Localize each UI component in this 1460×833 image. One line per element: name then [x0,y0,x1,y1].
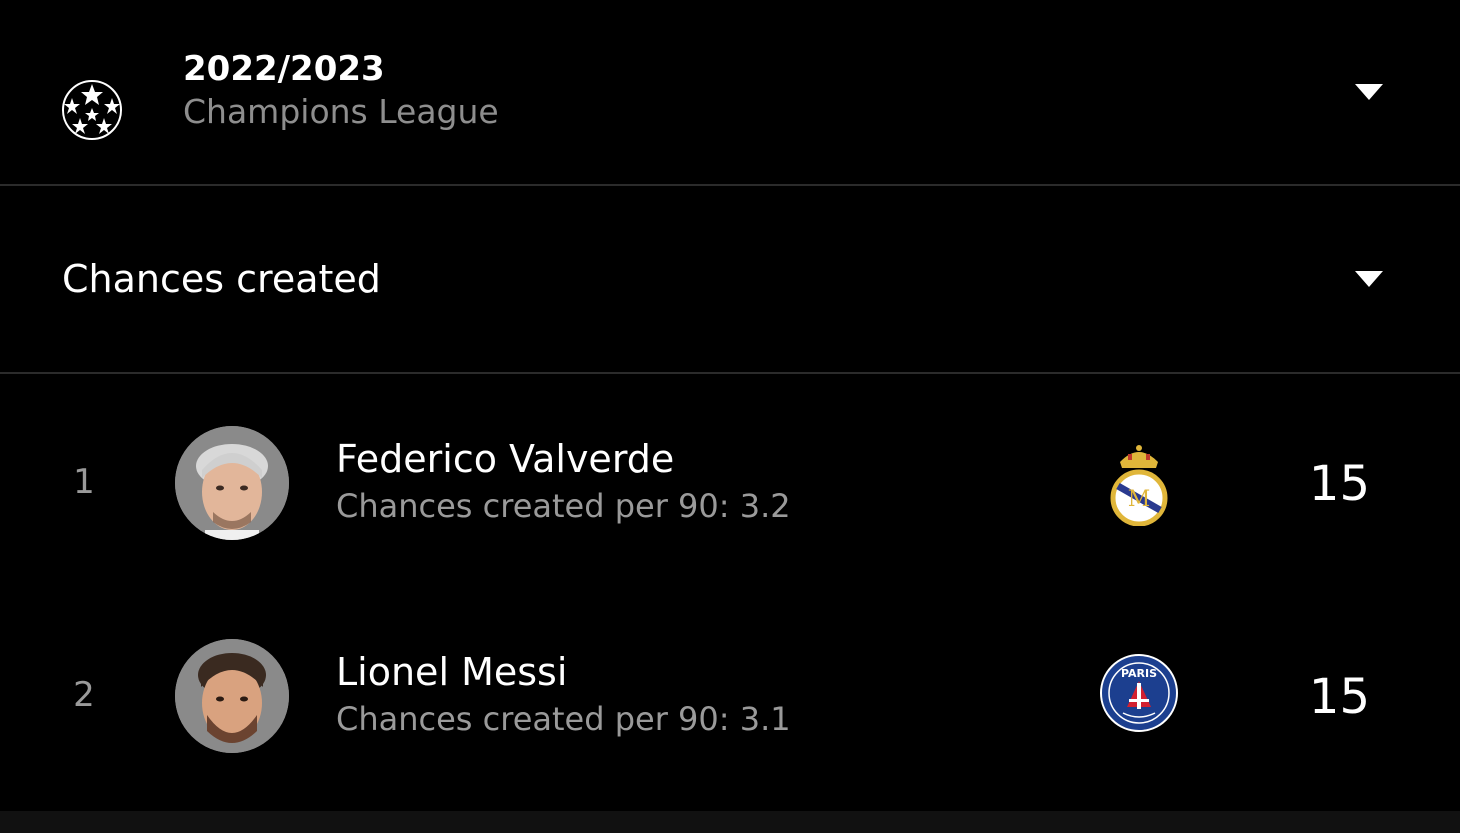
player-name: Lionel Messi [336,650,568,694]
stat-value: 15 [1308,456,1370,512]
rank-number: 2 [73,675,95,715]
bottom-bar [0,811,1460,833]
svg-text:M: M [1128,487,1151,512]
psg-crest-icon[interactable]: PARIS [1099,653,1179,733]
real-madrid-crest-icon[interactable]: M [1108,440,1170,526]
season-text: 2022/2023 Champions League [183,48,499,134]
player-row[interactable]: 1 Federico Valverde Chances created per … [0,374,1460,574]
player-info: Lionel Messi Chances created per 90: 3.1 [336,649,791,743]
league-name: Champions League [183,92,499,131]
player-per90: Chances created per 90: 3.2 [336,487,791,525]
caret-down-icon[interactable] [1354,270,1384,288]
rank-number: 1 [73,462,95,502]
stat-label: Chances created [62,257,381,301]
caret-down-icon[interactable] [1354,83,1384,101]
player-avatar[interactable] [175,426,289,540]
champions-league-starball-icon [62,80,122,140]
svg-text:PARIS: PARIS [1121,667,1157,680]
player-list: 1 Federico Valverde Chances created per … [0,374,1460,811]
player-photo-icon [175,639,289,753]
season-selector[interactable]: 2022/2023 Champions League [0,0,1460,184]
stat-value: 15 [1308,669,1370,725]
player-photo-icon [175,426,289,540]
stat-selector[interactable]: Chances created [0,186,1460,372]
player-info: Federico Valverde Chances created per 90… [336,436,791,530]
player-name: Federico Valverde [336,437,675,481]
player-avatar[interactable] [175,639,289,753]
player-per90: Chances created per 90: 3.1 [336,700,791,738]
season-year: 2022/2023 [183,49,385,89]
player-row[interactable]: 2 Lionel Messi Chances created per 90: 3… [0,587,1460,787]
